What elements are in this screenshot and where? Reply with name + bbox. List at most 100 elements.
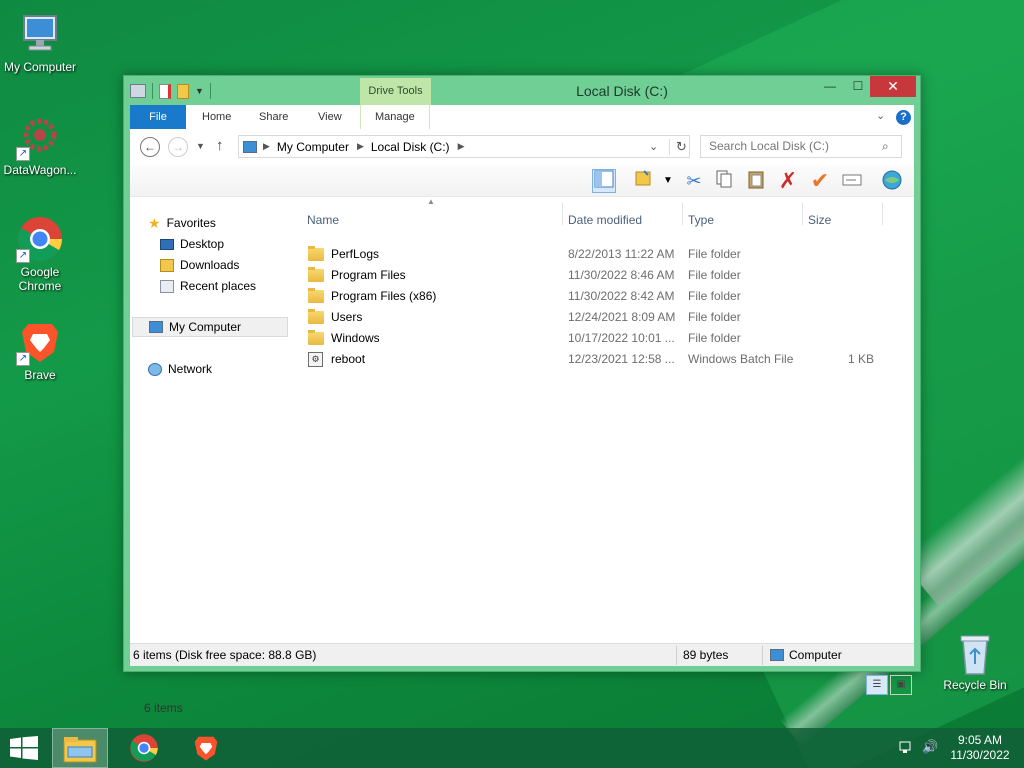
column-header-name[interactable]: Name xyxy=(307,209,339,231)
status-size: 89 bytes xyxy=(683,648,729,662)
navigation-bar: ← → ▼ ↑ ▶ My Computer ▶ Local Disk (C:) … xyxy=(130,129,914,165)
new-folder-icon[interactable] xyxy=(632,169,656,193)
desktop-icon-datawagon[interactable]: ↗ DataWagon... xyxy=(0,113,80,177)
volume-icon[interactable]: 🔊 xyxy=(922,739,938,755)
status-bar: 6 items (Disk free space: 88.8 GB) 89 by… xyxy=(130,643,914,666)
breadcrumb-separator: ▶ xyxy=(356,141,364,151)
file-type: File folder xyxy=(688,247,741,261)
nav-desktop[interactable]: Desktop xyxy=(160,234,224,254)
status-location: Computer xyxy=(770,644,842,666)
breadcrumb-separator: ▶ xyxy=(263,141,270,151)
tab-home[interactable]: Home xyxy=(188,105,245,129)
forward-button[interactable]: → xyxy=(168,137,188,157)
address-bar[interactable]: ▶ My Computer ▶ Local Disk (C:) ▶ ⌄ ↻ xyxy=(238,135,690,158)
file-name: Program Files xyxy=(331,268,406,282)
tab-share[interactable]: Share xyxy=(245,105,302,129)
up-button[interactable]: ↑ xyxy=(216,137,224,154)
file-type: File folder xyxy=(688,331,741,345)
column-separator[interactable] xyxy=(802,203,803,225)
file-type: File folder xyxy=(688,310,741,324)
breadcrumb-local-disk[interactable]: Local Disk (C:) xyxy=(371,140,450,154)
maximize-button[interactable]: ☐ xyxy=(844,76,872,97)
explorer-window[interactable]: ▼ Drive Tools Local Disk (C:) — ☐ ✕ File… xyxy=(123,75,921,715)
table-row[interactable]: Program Files (x86) 11/30/2022 8:42 AM F… xyxy=(300,286,900,307)
nav-network[interactable]: Network xyxy=(148,359,212,379)
new-folder-dropdown-icon[interactable]: ▼ xyxy=(656,169,680,193)
breadcrumb-separator: ▶ xyxy=(457,141,465,151)
file-date: 8/22/2013 11:22 AM xyxy=(568,247,675,261)
shortcut-arrow-icon: ↗ xyxy=(16,147,30,161)
network-icon xyxy=(148,362,162,376)
clock-date: 11/30/2022 xyxy=(950,748,1010,762)
nav-label: Downloads xyxy=(180,258,240,272)
nav-label: Favorites xyxy=(166,216,216,230)
desktop-icon-my-computer[interactable]: My Computer xyxy=(0,10,80,74)
taskbar-brave[interactable] xyxy=(178,728,234,768)
back-button[interactable]: ← xyxy=(140,137,160,157)
table-row[interactable]: Windows 10/17/2022 10:01 ... File folder xyxy=(300,328,900,349)
star-icon: ★ xyxy=(148,215,161,231)
column-header-type[interactable]: Type xyxy=(688,209,714,231)
table-row[interactable]: ⚙ reboot 12/23/2021 12:58 ... Windows Ba… xyxy=(300,349,900,370)
nav-downloads[interactable]: Downloads xyxy=(160,255,239,275)
title-bar[interactable]: ▼ Drive Tools Local Disk (C:) — ☐ ✕ xyxy=(124,76,920,106)
desktop-icon xyxy=(160,238,174,250)
tab-file[interactable]: File xyxy=(130,105,186,129)
folder-icon xyxy=(308,267,324,282)
column-header-date[interactable]: Date modified xyxy=(568,209,642,231)
file-size: 1 KB xyxy=(847,352,874,366)
status-separator xyxy=(676,646,677,665)
preview-pane-icon[interactable] xyxy=(592,169,616,193)
nav-recent-places[interactable]: Recent places xyxy=(160,276,256,296)
expand-ribbon-icon[interactable]: ⌄ xyxy=(876,109,885,122)
nav-my-computer[interactable]: My Computer xyxy=(132,317,288,337)
column-header-size[interactable]: Size xyxy=(808,209,831,231)
network-tray-icon[interactable] xyxy=(898,740,914,756)
breadcrumb-my-computer[interactable]: My Computer xyxy=(277,140,349,154)
globe-icon[interactable] xyxy=(880,169,904,193)
cut-icon[interactable]: ✂ xyxy=(682,169,706,193)
desktop-icon-recycle-bin[interactable]: Recycle Bin xyxy=(935,632,1015,692)
table-row[interactable]: Program Files 11/30/2022 8:46 AM File fo… xyxy=(300,265,900,286)
nav-favorites[interactable]: ★ Favorites xyxy=(148,213,216,233)
recent-locations-icon[interactable]: ▼ xyxy=(196,141,205,151)
table-row[interactable]: PerfLogs 8/22/2013 11:22 AM File folder xyxy=(300,244,900,265)
address-dropdown-icon[interactable]: ⌄ xyxy=(649,140,658,153)
chrome-icon xyxy=(130,734,158,762)
nav-label: Desktop xyxy=(180,237,225,251)
file-name: Program Files (x86) xyxy=(331,289,437,303)
start-button[interactable] xyxy=(10,736,38,760)
column-separator[interactable] xyxy=(562,203,563,225)
clock[interactable]: 9:05 AM 11/30/2022 xyxy=(944,733,1016,763)
desktop-icon-brave[interactable]: ↗ Brave xyxy=(0,318,80,382)
help-button[interactable]: ? xyxy=(896,110,911,125)
search-icon: ⌕ xyxy=(882,139,889,153)
properties-check-icon[interactable]: ✔ xyxy=(808,169,832,193)
paste-icon[interactable] xyxy=(744,169,768,193)
delete-icon[interactable]: ✗ xyxy=(776,169,800,193)
nav-label: Network xyxy=(168,362,213,376)
tab-manage[interactable]: Manage xyxy=(360,105,430,129)
datawagon-icon: ↗ xyxy=(16,113,64,161)
desktop-icon-google-chrome[interactable]: ↗ Google Chrome xyxy=(0,215,80,293)
search-input[interactable]: Search Local Disk (C:) xyxy=(700,135,902,158)
tab-view[interactable]: View xyxy=(304,105,356,129)
rename-icon[interactable] xyxy=(840,169,864,193)
taskbar-file-explorer[interactable] xyxy=(52,728,108,768)
column-separator[interactable] xyxy=(882,203,883,225)
file-date: 10/17/2022 10:01 ... xyxy=(568,331,675,345)
refresh-icon[interactable]: ↻ xyxy=(669,138,687,155)
brave-icon: ↗ xyxy=(16,318,64,366)
copy-icon[interactable] xyxy=(712,169,736,193)
nav-label: Recent places xyxy=(180,279,257,293)
file-name: Windows xyxy=(331,331,380,345)
desktop-icon-label: My Computer xyxy=(3,60,77,74)
details-view-icon[interactable]: ☰ xyxy=(866,675,888,695)
minimize-button[interactable]: — xyxy=(816,76,844,97)
folder-icon xyxy=(308,330,324,345)
large-icons-view-icon[interactable]: ▣ xyxy=(890,675,912,695)
column-separator[interactable] xyxy=(682,203,683,225)
taskbar-chrome[interactable] xyxy=(116,728,172,768)
close-button[interactable]: ✕ xyxy=(870,76,916,97)
table-row[interactable]: Users 12/24/2021 8:09 AM File folder xyxy=(300,307,900,328)
